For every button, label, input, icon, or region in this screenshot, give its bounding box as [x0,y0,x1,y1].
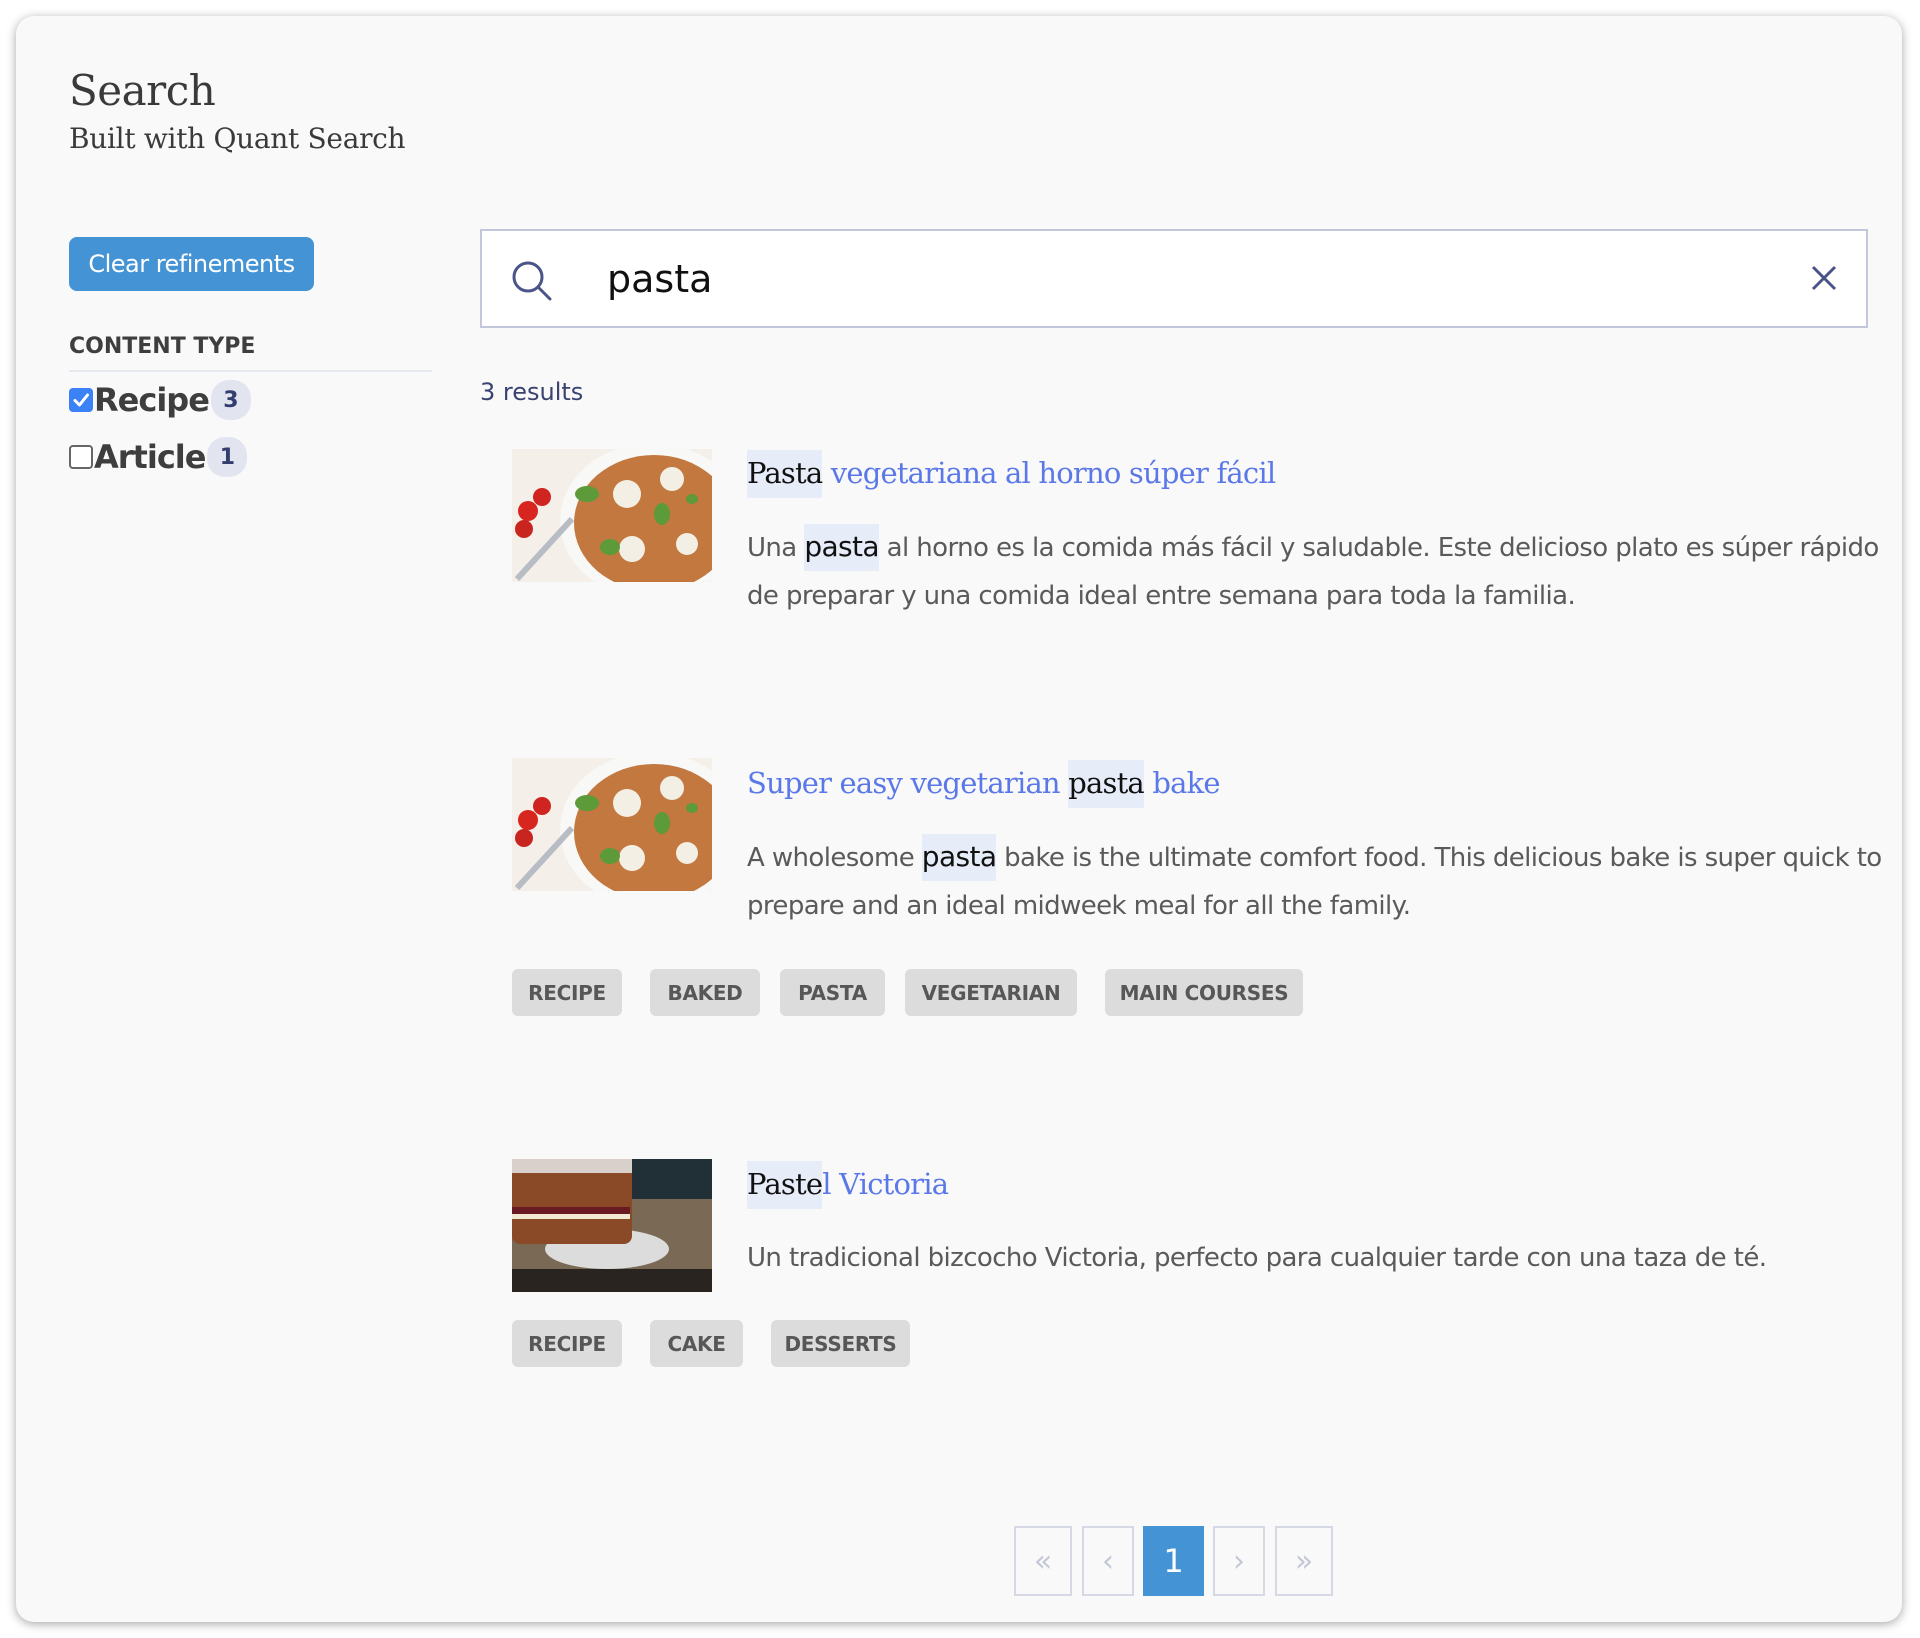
checkbox-recipe[interactable] [69,388,93,412]
facet-count-badge: 1 [207,437,248,477]
results-count: 3 results [480,378,584,406]
pagination-prev-button[interactable]: ‹ [1082,1526,1134,1596]
tag-recipe[interactable]: RECIPE [512,1320,622,1367]
desc-text: Una [747,533,805,563]
facet-item-recipe[interactable]: Recipe 3 [69,378,251,422]
facet-count-badge: 3 [210,380,251,420]
search-icon [512,261,552,301]
clear-search-icon[interactable] [1810,264,1838,292]
facet-divider [69,370,432,372]
pasta-bake-image [512,758,712,891]
pasta-bake-image [512,449,712,582]
victoria-sponge-cake-image [512,1159,712,1292]
result-description: Una pasta al horno es la comida más fáci… [747,523,1897,620]
tag-cake[interactable]: CAKE [650,1320,743,1367]
desc-text: al horno es la comida más fácil y saluda… [747,533,1879,611]
facet-label: Recipe [94,381,210,419]
tag-main-courses[interactable]: MAIN COURSES [1105,969,1303,1016]
checkbox-article[interactable] [69,445,93,469]
title-highlight: Paste [747,1161,823,1209]
search-box [480,229,1868,328]
title-text: vegetariana al horno súper fácil [822,456,1276,490]
title-text: bake [1143,766,1220,800]
pagination-page-1[interactable]: 1 [1143,1526,1204,1596]
tag-recipe[interactable]: RECIPE [512,969,622,1016]
tag-pasta[interactable]: PASTA [780,969,885,1016]
search-input[interactable] [607,249,1757,309]
facet-item-article[interactable]: Article 1 [69,435,248,479]
facet-label: Article [94,438,206,476]
desc-highlight: pasta [921,834,997,881]
page-title: Search [69,66,216,115]
pagination-last-button[interactable]: » [1275,1526,1333,1596]
title-highlight: Pasta [747,450,823,498]
title-highlight: pasta [1068,760,1145,808]
result-thumbnail[interactable] [512,1159,712,1292]
result-title-link[interactable]: Super easy vegetarian pasta bake [747,760,1221,808]
tag-baked[interactable]: BAKED [650,969,760,1016]
title-text: Super easy vegetarian [747,766,1069,800]
search-page-card: Search Built with Quant Search Clear ref… [16,16,1902,1622]
checkmark-icon [73,393,89,407]
result-description: Un tradicional bizcocho Victoria, perfec… [747,1243,1767,1273]
result-description: A wholesome pasta bake is the ultimate c… [747,833,1897,930]
pagination-next-button[interactable]: › [1213,1526,1265,1596]
result-thumbnail[interactable] [512,758,712,891]
desc-highlight: pasta [804,524,880,571]
tag-vegetarian[interactable]: VEGETARIAN [905,969,1077,1016]
tag-desserts[interactable]: DESSERTS [771,1320,910,1367]
result-title-link[interactable]: Pasta vegetariana al horno súper fácil [747,450,1276,498]
facet-title-content-type: CONTENT TYPE [69,334,256,359]
pagination-first-button[interactable]: « [1014,1526,1072,1596]
result-title-link[interactable]: Pastel Victoria [747,1161,949,1209]
title-text: l Victoria [822,1167,949,1201]
desc-text: A wholesome [747,843,922,873]
result-thumbnail[interactable] [512,449,712,582]
clear-refinements-button[interactable]: Clear refinements [69,237,314,291]
page-subtitle: Built with Quant Search [69,122,406,155]
